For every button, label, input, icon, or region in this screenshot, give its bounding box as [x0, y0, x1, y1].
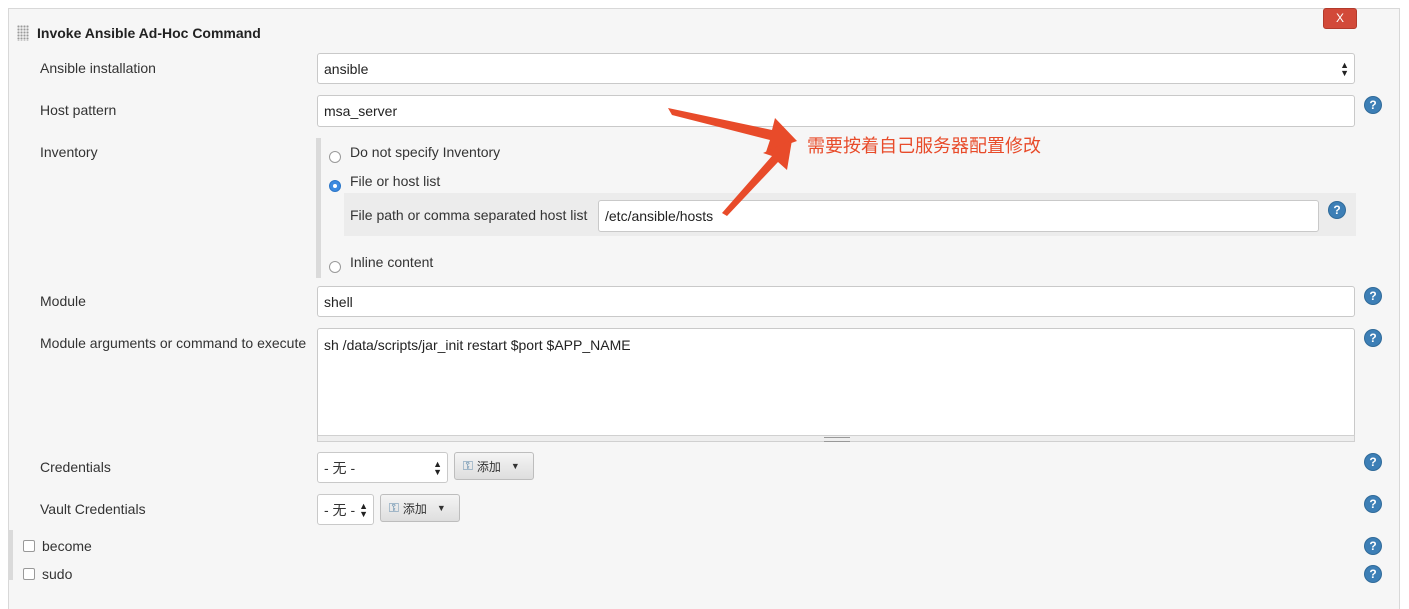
- annotation-arrow-lower: [722, 140, 792, 216]
- annotation-arrows: [668, 108, 797, 216]
- annotation-text: 需要按着自己服务器配置修改: [807, 136, 1041, 156]
- annotation-arrow-upper: [668, 108, 797, 152]
